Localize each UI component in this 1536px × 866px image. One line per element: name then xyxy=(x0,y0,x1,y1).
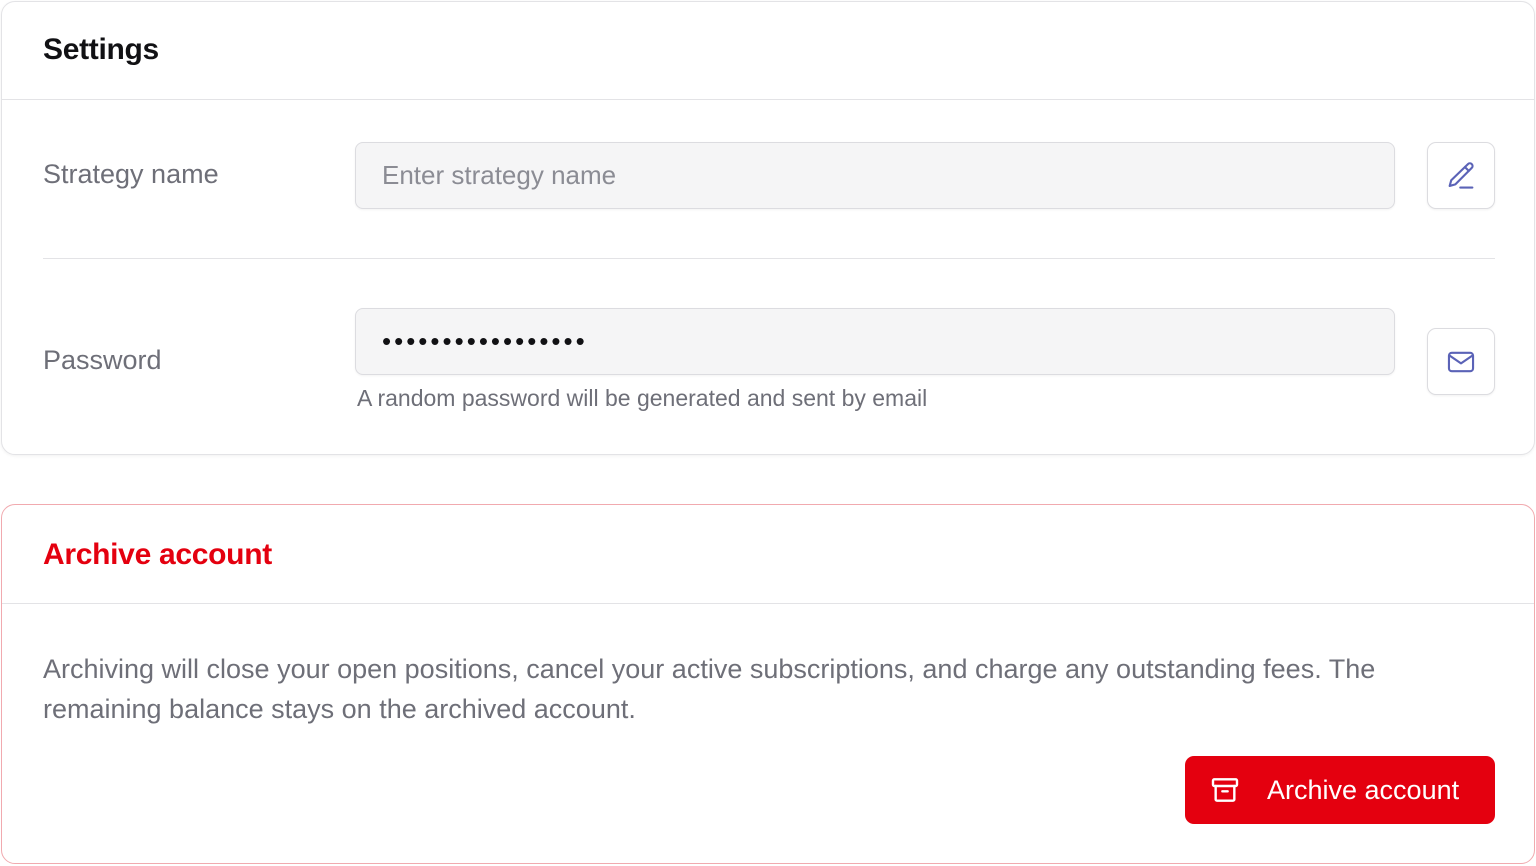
archive-account-card: Archive account Archiving will close you… xyxy=(1,504,1535,864)
archive-account-button-label: Archive account xyxy=(1267,774,1460,805)
send-password-email-button[interactable] xyxy=(1427,328,1495,395)
archive-box-icon xyxy=(1209,774,1241,806)
mail-icon xyxy=(1444,345,1478,379)
password-hint: A random password will be generated and … xyxy=(357,385,928,411)
settings-card: Settings Strategy name Password A random… xyxy=(1,1,1535,455)
strategy-name-label: Strategy name xyxy=(43,159,219,189)
password-field[interactable] xyxy=(355,308,1395,375)
settings-title: Settings xyxy=(43,33,159,66)
password-label: Password xyxy=(43,345,162,375)
edit-strategy-name-button[interactable] xyxy=(1427,142,1495,209)
archive-account-button[interactable]: Archive account xyxy=(1185,756,1495,824)
pencil-icon xyxy=(1444,159,1478,193)
strategy-name-input[interactable] xyxy=(355,142,1395,209)
settings-header: Settings xyxy=(2,2,1534,100)
archive-header: Archive account xyxy=(2,505,1534,604)
field-divider xyxy=(43,258,1495,259)
archive-description: Archiving will close your open positions… xyxy=(43,654,1376,724)
archive-title: Archive account xyxy=(43,538,272,571)
